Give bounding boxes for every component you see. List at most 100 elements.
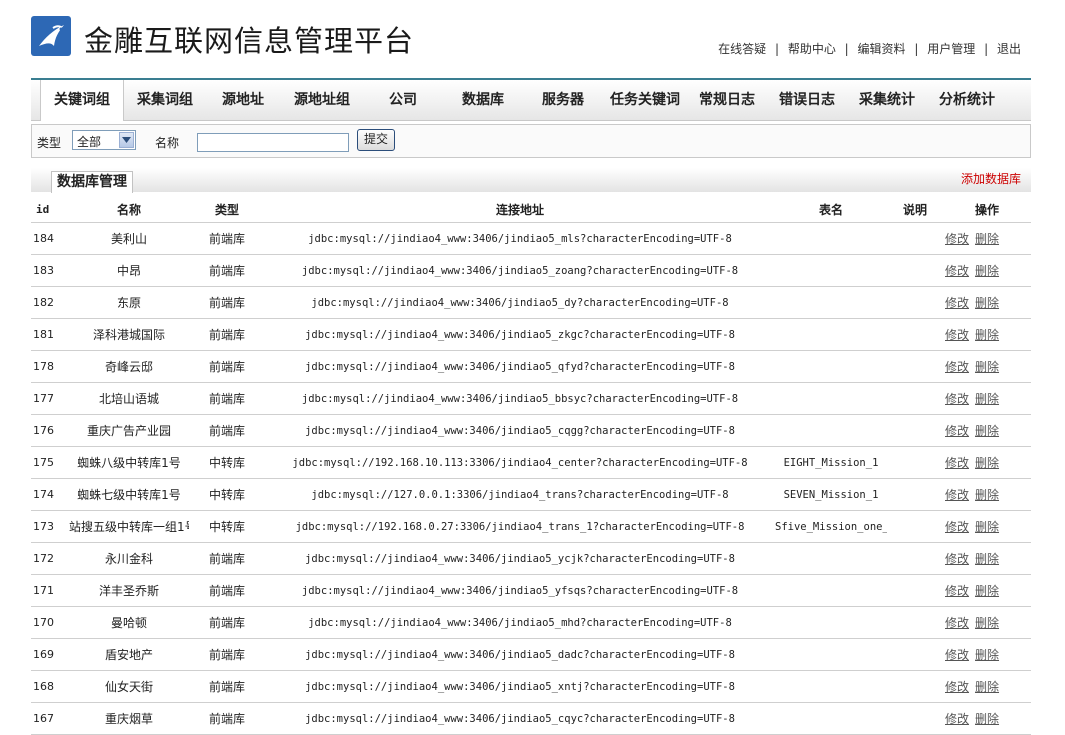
delete-link[interactable]: 删除 — [975, 264, 999, 278]
cell-actions: 修改 删除 — [943, 670, 1031, 703]
nav-tab-task-keyword[interactable]: 任务关键词 — [603, 80, 687, 120]
edit-link[interactable]: 修改 — [945, 360, 969, 374]
nav-tab-collect-word-group[interactable]: 采集词组 — [125, 80, 205, 120]
nav-tab-keyword-group[interactable]: 关键词组 — [40, 80, 124, 121]
delete-link[interactable]: 删除 — [975, 584, 999, 598]
edit-link[interactable]: 修改 — [945, 264, 969, 278]
edit-link[interactable]: 修改 — [945, 232, 969, 246]
cell-id: 169 — [31, 638, 69, 671]
delete-link[interactable]: 删除 — [975, 680, 999, 694]
delete-link[interactable]: 删除 — [975, 392, 999, 406]
edit-link[interactable]: 修改 — [945, 520, 969, 534]
cell-url: jdbc:mysql://jindiao4_www:3406/jindiao5_… — [265, 382, 775, 415]
cell-note — [887, 446, 943, 479]
cell-table-name — [775, 574, 887, 607]
cell-table-name — [775, 254, 887, 287]
delete-link[interactable]: 删除 — [975, 232, 999, 246]
cell-note — [887, 574, 943, 607]
nav-tab-database[interactable]: 数据库 — [443, 80, 523, 120]
edit-link[interactable]: 修改 — [945, 552, 969, 566]
delete-link[interactable]: 删除 — [975, 552, 999, 566]
link-logout[interactable]: 退出 — [997, 42, 1021, 56]
delete-link[interactable]: 删除 — [975, 648, 999, 662]
cell-id: 182 — [31, 286, 69, 319]
cell-table-name — [775, 638, 887, 671]
cell-type: 前端库 — [189, 638, 265, 671]
table-row: 181 泽科港城国际 前端库 jdbc:mysql://jindiao4_www:34… — [31, 318, 1031, 351]
cell-id: 177 — [31, 382, 69, 415]
edit-link[interactable]: 修改 — [945, 648, 969, 662]
cell-id: 174 — [31, 478, 69, 511]
cell-table-name — [775, 670, 887, 703]
link-user-management[interactable]: 用户管理 — [927, 42, 975, 56]
cell-url: jdbc:mysql://192.168.10.113:3306/jindiao… — [265, 446, 775, 479]
nav-tab-source-address[interactable]: 源地址 — [205, 80, 281, 120]
delete-link[interactable]: 删除 — [975, 424, 999, 438]
table-row: 168 仙女天街 前端库 jdbc:mysql://jindiao4_www:3406… — [31, 670, 1031, 703]
cell-actions: 修改 删除 — [943, 606, 1031, 639]
nav-tab-server[interactable]: 服务器 — [523, 80, 603, 120]
chevron-down-icon[interactable] — [119, 132, 134, 148]
edit-link[interactable]: 修改 — [945, 488, 969, 502]
cell-note — [887, 350, 943, 383]
cell-type: 中转库 — [189, 510, 265, 543]
add-database-link[interactable]: 添加数据库 — [961, 170, 1021, 187]
section-title: 数据库管理 — [51, 171, 133, 193]
edit-link[interactable]: 修改 — [945, 296, 969, 310]
database-table: id 名称 类型 连接地址 表名 说明 操作 184 美利山 前端库 jdbc:mys… — [31, 196, 1031, 735]
nav-tab-analysis-stats[interactable]: 分析统计 — [927, 80, 1007, 120]
delete-link[interactable]: 删除 — [975, 616, 999, 630]
delete-link[interactable]: 删除 — [975, 328, 999, 342]
delete-link[interactable]: 删除 — [975, 296, 999, 310]
cell-url: jdbc:mysql://jindiao4_www:3406/jindiao5_… — [265, 670, 775, 703]
edit-link[interactable]: 修改 — [945, 424, 969, 438]
cell-actions: 修改 删除 — [943, 510, 1031, 543]
top-links: 在线答疑 | 帮助中心 | 编辑资料 | 用户管理 | 退出 — [718, 40, 1021, 57]
cell-table-name: SEVEN_Mission_1 — [775, 478, 887, 511]
cell-note — [887, 510, 943, 543]
nav-tab-company[interactable]: 公司 — [363, 80, 443, 120]
cell-actions: 修改 删除 — [943, 414, 1031, 447]
cell-type: 前端库 — [189, 542, 265, 575]
type-select[interactable]: 全部 — [72, 130, 136, 150]
delete-link[interactable]: 删除 — [975, 488, 999, 502]
name-input[interactable] — [197, 133, 349, 152]
cell-id: 176 — [31, 414, 69, 447]
nav-tab-source-address-group[interactable]: 源地址组 — [281, 80, 363, 120]
cell-table-name — [775, 702, 887, 735]
cell-actions: 修改 删除 — [943, 350, 1031, 383]
edit-link[interactable]: 修改 — [945, 584, 969, 598]
cell-url: jdbc:mysql://jindiao4_www:3406/jindiao5_… — [265, 702, 775, 735]
cell-table-name — [775, 382, 887, 415]
submit-button[interactable]: 提交 — [357, 129, 395, 151]
edit-link[interactable]: 修改 — [945, 392, 969, 406]
edit-link[interactable]: 修改 — [945, 328, 969, 342]
cell-url: jdbc:mysql://jindiao4_www:3406/jindiao5_… — [265, 350, 775, 383]
cell-id: 172 — [31, 542, 69, 575]
column-header-table-name: 表名 — [775, 196, 887, 223]
nav-tab-collect-stats[interactable]: 采集统计 — [847, 80, 927, 120]
eagle-logo-icon — [31, 16, 71, 56]
delete-link[interactable]: 删除 — [975, 456, 999, 470]
table-row: 183 中昂 前端库 jdbc:mysql://jindiao4_www:3406/j… — [31, 254, 1031, 287]
link-separator: | — [844, 42, 849, 56]
cell-url: jdbc:mysql://jindiao4_www:3406/jindiao5_… — [265, 542, 775, 575]
cell-url: jdbc:mysql://jindiao4_www:3406/jindiao5_… — [265, 222, 775, 255]
nav-tab-normal-log[interactable]: 常规日志 — [687, 80, 767, 120]
delete-link[interactable]: 删除 — [975, 360, 999, 374]
edit-link[interactable]: 修改 — [945, 712, 969, 726]
edit-link[interactable]: 修改 — [945, 680, 969, 694]
delete-link[interactable]: 删除 — [975, 712, 999, 726]
cell-actions: 修改 删除 — [943, 446, 1031, 479]
edit-link[interactable]: 修改 — [945, 456, 969, 470]
cell-id: 171 — [31, 574, 69, 607]
link-edit-profile[interactable]: 编辑资料 — [858, 42, 906, 56]
table-row: 167 重庆烟草 前端库 jdbc:mysql://jindiao4_www:3406… — [31, 702, 1031, 735]
cell-type: 前端库 — [189, 382, 265, 415]
delete-link[interactable]: 删除 — [975, 520, 999, 534]
link-help-center[interactable]: 帮助中心 — [788, 42, 836, 56]
link-online-qa[interactable]: 在线答疑 — [718, 42, 766, 56]
edit-link[interactable]: 修改 — [945, 616, 969, 630]
cell-id: 170 — [31, 606, 69, 639]
nav-tab-error-log[interactable]: 错误日志 — [767, 80, 847, 120]
